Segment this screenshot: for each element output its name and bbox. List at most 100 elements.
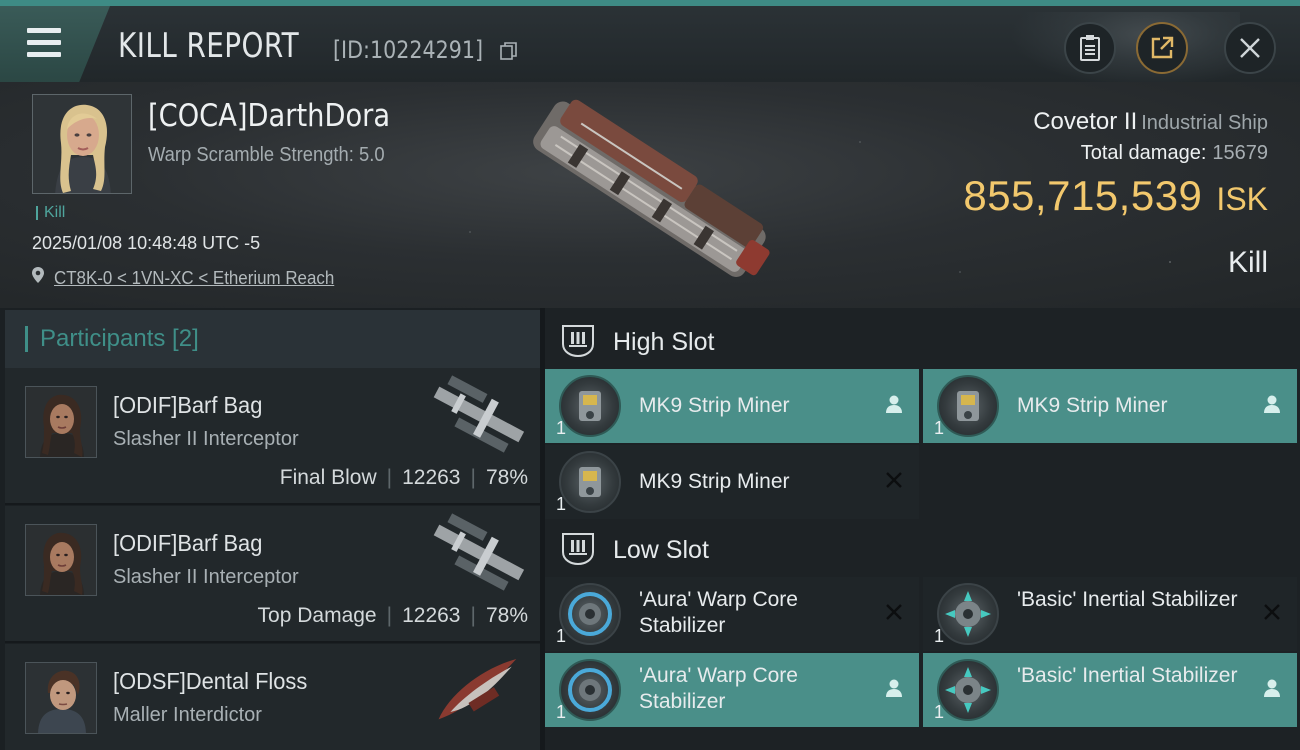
share-icon	[1151, 36, 1174, 59]
menu-button[interactable]	[0, 6, 110, 82]
character-portrait-icon	[26, 387, 96, 457]
person-icon	[1264, 395, 1280, 413]
module-quantity: 1	[556, 418, 567, 438]
module-name: MK9 Strip Miner	[1017, 394, 1168, 417]
module-quantity: 1	[556, 494, 567, 514]
low-slot-header: Low Slot	[545, 518, 1300, 578]
participant-name[interactable]: [ODSF]Dental Floss	[113, 668, 307, 695]
participant-ship-image	[438, 658, 517, 720]
module-item[interactable]: 1 MK9 Strip Miner	[545, 445, 919, 519]
fittings-panel: High Slot 1 MK9 Strip Miner 1 MK9 Strip …	[545, 308, 1300, 750]
participant-stats: Final Blow | 12263 | 78%	[280, 466, 528, 490]
row-divider	[5, 641, 540, 643]
module-name: 'Basic' Inertial Stabilizer	[1017, 588, 1238, 611]
participant-percent: 78%	[485, 604, 528, 627]
total-damage-value: 15679	[1212, 142, 1268, 164]
participants-header: Participants [2]	[5, 310, 540, 368]
warp-core-stabilizer-icon	[559, 659, 621, 721]
module-quantity: 1	[934, 702, 945, 722]
hamburger-icon-bar	[27, 40, 61, 45]
clipboard-button[interactable]	[1064, 22, 1116, 74]
share-button[interactable]	[1136, 22, 1188, 74]
participant-name[interactable]: [ODIF]Barf Bag	[113, 530, 262, 557]
separator: |	[386, 604, 393, 627]
total-damage-label: Total damage:	[1080, 142, 1207, 164]
victim-name[interactable]: [COCA]DarthDora	[148, 98, 390, 134]
module-item[interactable]: 1 MK9 Strip Miner	[545, 369, 919, 443]
module-item[interactable]: 1 'Aura' Warp Core Stabilizer	[545, 653, 919, 727]
close-button[interactable]	[1224, 22, 1276, 74]
participant-row[interactable]: [ODIF]Barf Bag Slasher II Interceptor To…	[5, 506, 540, 641]
location-pin-icon	[32, 267, 44, 283]
kill-tag: Kill	[36, 205, 65, 221]
participant-damage: 12263	[402, 604, 461, 627]
isk-value: 855,715,539	[963, 172, 1203, 219]
character-portrait-icon	[26, 525, 96, 595]
separator: |	[470, 604, 476, 627]
module-quantity: 1	[934, 626, 945, 646]
strip-miner-icon	[937, 375, 999, 437]
total-damage: Total damage: 15679	[1081, 142, 1268, 165]
destroyed-x-icon	[886, 472, 902, 488]
person-icon	[886, 679, 902, 697]
inertial-stabilizer-icon	[937, 659, 999, 721]
planet-decoration	[1010, 12, 1240, 88]
isk-value-line: 855,715,539 ISK	[963, 172, 1268, 220]
participant-avatar: i	[25, 662, 97, 734]
module-item[interactable]: 1 'Basic' Inertial Stabilizer	[923, 577, 1297, 651]
warp-core-stabilizer-icon	[559, 583, 621, 645]
strip-miner-icon	[559, 451, 621, 513]
participant-stats: Top Damage | 12263 | 78%	[258, 604, 528, 628]
inertial-stabilizer-icon	[937, 583, 999, 645]
participant-damage: 12263	[402, 466, 461, 489]
participant-ship-image	[433, 513, 525, 591]
participant-ship: Slasher II Interceptor	[113, 566, 299, 588]
page-title: KILL REPORT	[118, 26, 300, 66]
ship-class: Industrial Ship	[1141, 112, 1268, 134]
separator: |	[386, 466, 393, 489]
victim-panel: [COCA]DarthDora Warp Scramble Strength: …	[0, 82, 1300, 308]
warp-scramble-strength: Warp Scramble Strength: 5.0	[148, 144, 385, 166]
module-name: 'Aura' Warp Core Stabilizer	[639, 588, 798, 637]
kill-report-id: [ID:10224291]	[333, 36, 484, 64]
participant-ship: Maller Interdictor	[113, 704, 262, 726]
module-item[interactable]: 1 'Basic' Inertial Stabilizer	[923, 653, 1297, 727]
participant-row[interactable]: [ODIF]Barf Bag Slasher II Interceptor Fi…	[5, 368, 540, 503]
person-icon	[886, 395, 902, 413]
participant-ship-image	[433, 375, 525, 453]
participant-avatar	[25, 524, 97, 596]
module-name: 'Basic' Inertial Stabilizer	[1017, 664, 1238, 687]
participants-panel: Participants [2] [ODIF]Barf Bag Slasher …	[0, 308, 540, 750]
kill-datetime: 2025/01/08 10:48:48 UTC -5	[32, 233, 261, 253]
module-item[interactable]: 1 MK9 Strip Miner	[923, 369, 1297, 443]
row-divider	[5, 503, 540, 505]
participants-title: Participants [2]	[25, 326, 199, 352]
person-icon	[1264, 679, 1280, 697]
victim-portrait[interactable]	[32, 94, 132, 194]
character-portrait-icon	[26, 663, 96, 733]
copy-icon[interactable]	[500, 42, 517, 60]
isk-unit: ISK	[1216, 181, 1268, 217]
participant-percent: 78%	[485, 466, 528, 489]
separator: |	[470, 466, 476, 489]
module-item[interactable]: 1 'Aura' Warp Core Stabilizer	[545, 577, 919, 651]
location-link[interactable]: CT8K-0 < 1VN-XC < Etherium Reach	[54, 268, 334, 289]
victim-ship-image	[533, 99, 770, 277]
module-quantity: 1	[556, 626, 567, 646]
character-portrait-icon	[33, 95, 131, 193]
strip-miner-icon	[559, 375, 621, 437]
participant-role: Top Damage	[257, 604, 377, 627]
participant-name[interactable]: [ODIF]Barf Bag	[113, 392, 262, 419]
clipboard-icon	[1080, 35, 1100, 61]
participant-row[interactable]: i [ODSF]Dental Floss Maller Interdictor	[5, 644, 540, 750]
hamburger-icon	[27, 28, 61, 33]
module-name: MK9 Strip Miner	[639, 470, 790, 493]
destroyed-x-icon	[886, 604, 902, 620]
module-quantity: 1	[556, 702, 567, 722]
high-slot-header: High Slot	[545, 310, 1300, 370]
destroyed-x-icon	[1264, 604, 1280, 620]
victim-ship-name[interactable]: Covetor II Industrial Ship	[1033, 108, 1268, 136]
low-slot-label: Low Slot	[613, 536, 709, 564]
hamburger-icon-bar	[27, 52, 61, 57]
ship-name-text: Covetor II	[1033, 108, 1138, 135]
